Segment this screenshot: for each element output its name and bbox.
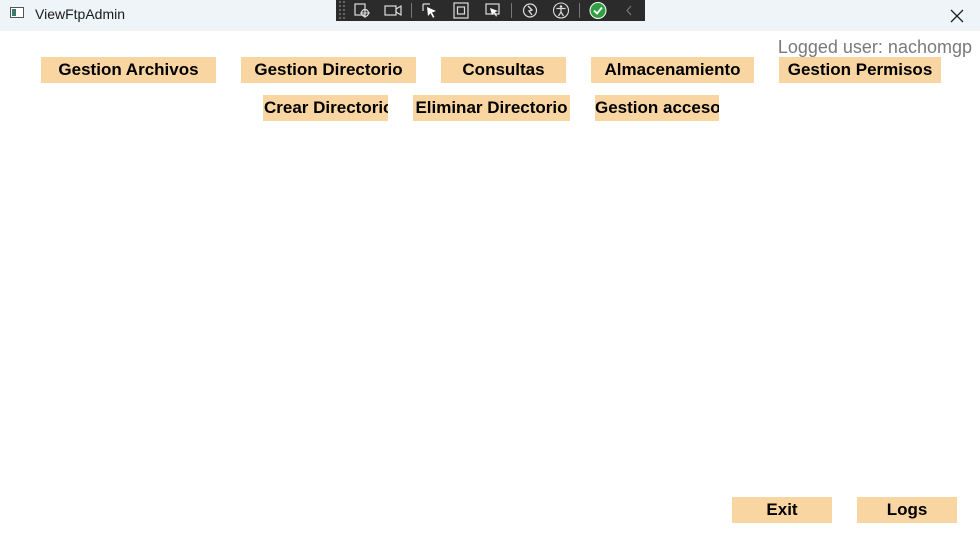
logs-button[interactable]: Logs	[857, 497, 957, 523]
toolbar-separator	[510, 3, 512, 18]
video-icon[interactable]	[377, 0, 409, 21]
crear-directorio-button[interactable]: Crear Directorio	[263, 95, 388, 121]
accessibility-icon[interactable]	[545, 0, 577, 21]
almacenamiento-button[interactable]: Almacenamiento	[591, 57, 754, 83]
layout-adorner-icon[interactable]	[446, 0, 478, 21]
track-focus-icon[interactable]	[477, 0, 509, 21]
runtime-tools-toolbar	[336, 0, 645, 21]
gestion-directorio-button[interactable]: Gestion Directorio	[241, 57, 416, 83]
gestion-permisos-button[interactable]: Gestion Permisos	[779, 57, 941, 83]
hot-reload-icon[interactable]	[514, 0, 546, 21]
gestion-archivos-button[interactable]: Gestion Archivos	[41, 57, 216, 83]
toolbar-grip[interactable]	[338, 0, 346, 21]
close-button[interactable]	[934, 0, 980, 31]
check-icon[interactable]	[582, 0, 614, 21]
collapse-chevron-icon[interactable]	[613, 0, 645, 21]
close-icon	[950, 9, 964, 22]
toolbar-separator	[578, 3, 580, 18]
consultas-button[interactable]: Consultas	[441, 57, 566, 83]
select-element-icon[interactable]	[414, 0, 446, 21]
eliminar-directorio-button[interactable]: Eliminar Directorio	[413, 95, 570, 121]
live-visual-tree-icon[interactable]	[346, 0, 378, 21]
toolbar-separator	[411, 3, 413, 18]
gestion-acceso-button[interactable]: Gestion acceso	[595, 95, 719, 121]
logged-user-label: Logged user: nachomgp	[777, 37, 972, 57]
app-icon	[10, 7, 24, 18]
exit-button[interactable]: Exit	[732, 497, 832, 523]
window-title: ViewFtpAdmin	[35, 6, 126, 22]
